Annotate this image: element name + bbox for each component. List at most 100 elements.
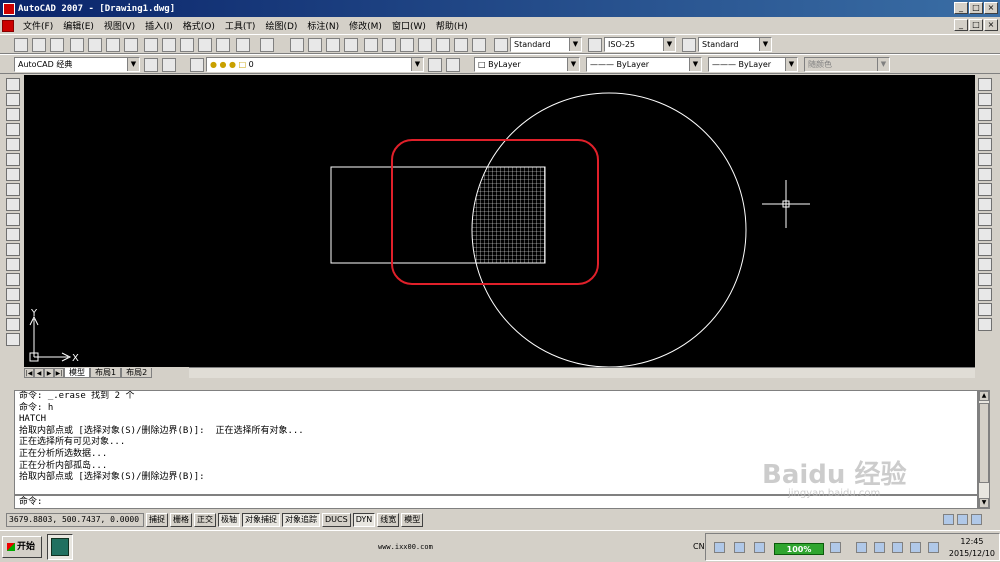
color-select[interactable]: □ ByLayer ▼: [474, 57, 580, 72]
menu-window[interactable]: 窗口(W): [387, 19, 431, 32]
last-tab-icon[interactable]: ▶|: [54, 367, 64, 378]
start-button[interactable]: 开始: [2, 536, 42, 558]
break-icon[interactable]: [978, 258, 992, 271]
scroll-thumb[interactable]: [979, 403, 989, 483]
menu-help[interactable]: 帮助(H): [431, 19, 473, 32]
workspace-settings-icon[interactable]: [144, 58, 158, 72]
spline-icon[interactable]: [6, 198, 20, 211]
workspace-select[interactable]: AutoCAD 经典 ▼: [14, 57, 140, 72]
table-icon[interactable]: [6, 333, 20, 346]
3d-dwf-icon[interactable]: [124, 38, 138, 52]
grid-toggle[interactable]: 栅格: [170, 513, 192, 527]
autocad-app-icon[interactable]: [3, 2, 15, 15]
join-icon[interactable]: [978, 273, 992, 286]
paste-icon[interactable]: [180, 38, 194, 52]
zoom-realtime-icon[interactable]: [308, 38, 322, 52]
print-preview-icon[interactable]: [88, 38, 102, 52]
cut-icon[interactable]: [144, 38, 158, 52]
make-block-icon[interactable]: [6, 258, 20, 271]
menu-insert[interactable]: 插入(I): [140, 19, 178, 32]
region-icon[interactable]: [6, 318, 20, 331]
snap-toggle[interactable]: 捕捉: [146, 513, 168, 527]
ortho-toggle[interactable]: 正交: [194, 513, 216, 527]
menu-dimension[interactable]: 标注(N): [302, 19, 344, 32]
rotate-icon[interactable]: [978, 168, 992, 181]
document-icon[interactable]: [2, 19, 14, 32]
table-style-select[interactable]: Standard ▼: [698, 37, 772, 52]
dyn-toggle[interactable]: DYN: [352, 513, 376, 527]
redo-icon[interactable]: [260, 38, 274, 52]
print-icon[interactable]: [70, 38, 84, 52]
arc-icon[interactable]: [6, 153, 20, 166]
explode-icon[interactable]: [978, 318, 992, 331]
scroll-down-icon[interactable]: ▼: [979, 498, 989, 508]
security-icon[interactable]: [892, 542, 903, 553]
properties-icon[interactable]: [364, 38, 378, 52]
help-tray-icon[interactable]: [734, 542, 745, 553]
prev-tab-icon[interactable]: ◀: [34, 367, 44, 378]
ellipse-arc-icon[interactable]: [6, 228, 20, 241]
text-style-icon[interactable]: [494, 38, 508, 52]
communication-center-icon[interactable]: [943, 514, 954, 525]
first-tab-icon[interactable]: |◀: [24, 367, 34, 378]
model-toggle[interactable]: 模型: [401, 513, 424, 527]
save-icon[interactable]: [50, 38, 64, 52]
coordinate-readout[interactable]: 3679.8803, 500.7437, 0.0000: [6, 513, 144, 527]
menu-edit[interactable]: 编辑(E): [58, 19, 99, 32]
zoom-window-icon[interactable]: [326, 38, 340, 52]
menu-modify[interactable]: 修改(M): [344, 19, 387, 32]
markup-icon[interactable]: [436, 38, 450, 52]
pan-icon[interactable]: [290, 38, 304, 52]
ducs-toggle[interactable]: DUCS: [322, 513, 351, 527]
chamfer-icon[interactable]: [978, 288, 992, 301]
revision-cloud-icon[interactable]: [6, 183, 20, 196]
tab-layout1[interactable]: 布局1: [90, 367, 122, 378]
scroll-up-icon[interactable]: ▲: [979, 391, 989, 401]
horizontal-scrollbar[interactable]: [189, 367, 975, 378]
menu-file[interactable]: 文件(F): [18, 19, 58, 32]
mirror-icon[interactable]: [978, 108, 992, 121]
help-icon[interactable]: [472, 38, 486, 52]
command-scrollbar[interactable]: ▲ ▼: [978, 390, 990, 509]
design-center-icon[interactable]: [382, 38, 396, 52]
menu-format[interactable]: 格式(O): [178, 19, 220, 32]
doc-minimize-button[interactable]: _: [954, 19, 968, 31]
erase-icon[interactable]: [978, 78, 992, 91]
offset-icon[interactable]: [978, 123, 992, 136]
publish-icon[interactable]: [106, 38, 120, 52]
notification-icon[interactable]: [928, 542, 939, 553]
doc-close-button[interactable]: ×: [984, 19, 998, 31]
next-tab-icon[interactable]: ▶: [44, 367, 54, 378]
make-current-layer-icon[interactable]: [428, 58, 442, 72]
clipboard-icon[interactable]: [874, 542, 885, 553]
polyline-icon[interactable]: [6, 108, 20, 121]
copy-icon[interactable]: [162, 38, 176, 52]
zoom-previous-icon[interactable]: [344, 38, 358, 52]
linetype-select[interactable]: ——— ByLayer ▼: [586, 57, 702, 72]
polar-toggle[interactable]: 极轴: [218, 513, 240, 527]
construction-line-icon[interactable]: [6, 93, 20, 106]
taskbar-autocad-button[interactable]: [47, 534, 73, 560]
fillet-icon[interactable]: [978, 303, 992, 316]
move-icon[interactable]: [978, 153, 992, 166]
osnap-toggle[interactable]: 对象捕捉: [242, 513, 280, 527]
otrack-toggle[interactable]: 对象追踪: [282, 513, 320, 527]
drawing-canvas[interactable]: Y X: [24, 75, 975, 367]
copy-object-icon[interactable]: [978, 93, 992, 106]
annotation-icon[interactable]: [971, 514, 982, 525]
ellipse-icon[interactable]: [6, 213, 20, 226]
hatch-icon[interactable]: [6, 288, 20, 301]
my-workspace-icon[interactable]: [162, 58, 176, 72]
doc-restore-button[interactable]: □: [969, 19, 983, 31]
ime-icon[interactable]: [856, 542, 867, 553]
block-editor-icon[interactable]: [216, 38, 230, 52]
text-style-select[interactable]: Standard ▼: [510, 37, 582, 52]
language-indicator[interactable]: CN: [693, 542, 705, 551]
extend-icon[interactable]: [978, 228, 992, 241]
tab-model[interactable]: 模型: [64, 367, 90, 378]
layer-previous-icon[interactable]: [446, 58, 460, 72]
model-space[interactable]: Y X: [24, 75, 975, 367]
menu-view[interactable]: 视图(V): [99, 19, 140, 32]
keyboard-icon[interactable]: [714, 542, 725, 553]
minimize-button[interactable]: _: [954, 2, 968, 14]
